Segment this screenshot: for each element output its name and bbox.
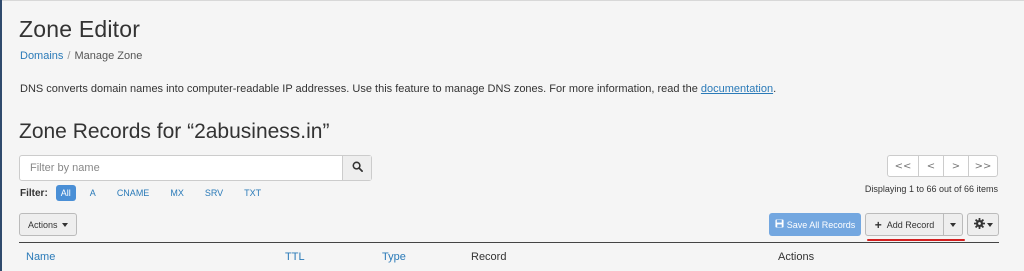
- caret-down-icon: [986, 222, 993, 227]
- filter-chip-cname[interactable]: CNAME: [113, 186, 154, 200]
- search-icon: [352, 159, 363, 177]
- filter-chip-a[interactable]: A: [86, 186, 100, 200]
- description-end: .: [773, 83, 777, 95]
- breadcrumb-current: Manage Zone: [74, 50, 143, 62]
- settings-dropdown-button[interactable]: [967, 213, 999, 236]
- save-all-records-button[interactable]: Save All Records: [769, 213, 861, 236]
- column-header-actions: Actions: [778, 251, 815, 263]
- page-title: Zone Editor: [19, 16, 141, 42]
- actions-dropdown-button[interactable]: Actions: [19, 213, 77, 236]
- next-page-button[interactable]: >: [943, 155, 969, 177]
- table-header-border: [19, 242, 999, 243]
- filter-chip-all[interactable]: All: [55, 185, 76, 201]
- description-text: DNS converts domain names into computer-…: [20, 83, 701, 95]
- caret-down-icon: [61, 222, 68, 227]
- filter-chip-txt[interactable]: TXT: [240, 186, 265, 200]
- filter-chip-srv[interactable]: SRV: [201, 186, 227, 200]
- filter-chip-mx[interactable]: MX: [166, 186, 188, 200]
- save-all-label: Save All Records: [786, 219, 856, 230]
- breadcrumb: Domains / Manage Zone: [20, 50, 142, 62]
- display-count: Displaying 1 to 66 out of 66 items: [864, 184, 998, 194]
- page-description: DNS converts domain names into computer-…: [20, 83, 776, 95]
- documentation-link[interactable]: documentation: [701, 83, 773, 95]
- first-page-button[interactable]: <<: [887, 155, 919, 177]
- column-header-record: Record: [471, 251, 507, 263]
- gear-icon: [973, 216, 985, 234]
- filter-row: Filter: All A CNAME MX SRV TXT: [20, 185, 278, 201]
- plus-icon: +: [874, 217, 882, 232]
- previous-page-button[interactable]: <: [918, 155, 944, 177]
- filter-search-box: [19, 155, 372, 181]
- filter-label: Filter:: [20, 187, 48, 199]
- column-header-name[interactable]: Name: [26, 251, 55, 263]
- breadcrumb-domains-link[interactable]: Domains: [20, 50, 63, 62]
- add-record-dropdown-toggle[interactable]: [944, 213, 963, 236]
- pagination: << < > >>: [887, 155, 998, 177]
- add-record-button-group: + Add Record: [865, 213, 963, 236]
- column-header-ttl[interactable]: TTL: [285, 251, 305, 263]
- breadcrumb-separator: /: [67, 50, 71, 62]
- left-rail: [0, 0, 2, 271]
- add-record-button[interactable]: + Add Record: [865, 213, 944, 236]
- caret-down-icon: [950, 222, 956, 227]
- search-button[interactable]: [342, 156, 371, 180]
- add-record-label: Add Record: [886, 219, 935, 230]
- last-page-button[interactable]: >>: [968, 155, 998, 177]
- save-icon: [775, 219, 787, 230]
- filter-by-name-input[interactable]: [20, 156, 342, 180]
- column-header-type[interactable]: Type: [382, 251, 406, 263]
- highlight-underline: [867, 239, 965, 241]
- zone-records-title: Zone Records for “2abusiness.in”: [19, 120, 330, 143]
- actions-label: Actions: [28, 219, 58, 230]
- top-border: [0, 0, 1024, 1]
